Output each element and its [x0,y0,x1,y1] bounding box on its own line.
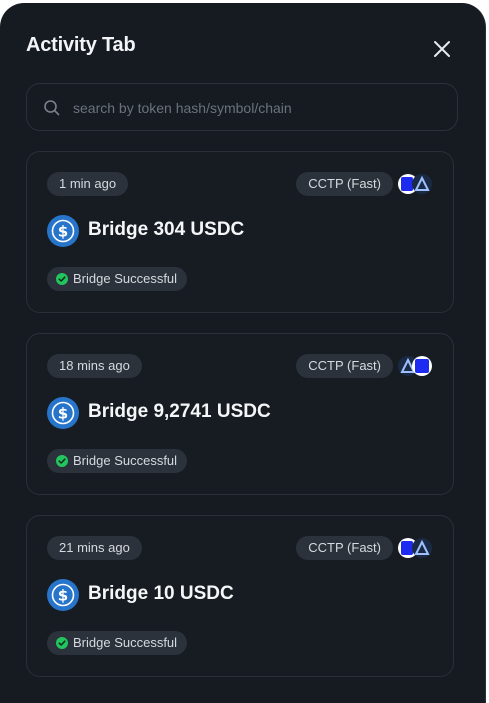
activity-title: Bridge 9,2741 USDC [88,401,271,422]
activity-title: Bridge 304 USDC [88,219,245,240]
svg-text:$: $ [58,587,68,605]
search-input[interactable] [71,84,445,132]
panel-title: Activity Tab [26,34,136,56]
activity-card[interactable]: 18 mins ago CCTP (Fast) $ Bridge 9,2741 … [26,333,454,495]
time-badge: 1 min ago [47,172,129,196]
svg-text:$: $ [58,405,68,423]
protocol-badge: CCTP (Fast) [296,536,393,560]
status-badge: Bridge Successful [47,267,188,291]
activity-title: Bridge 10 USDC [88,583,234,604]
status-label: Bridge Successful [73,453,178,468]
usdc-icon: $ [47,579,79,611]
activity-card[interactable]: 1 min ago CCTP (Fast) $ Bridge 304 USDC … [26,151,454,313]
check-circle-icon [56,455,68,467]
time-badge: 18 mins ago [47,354,142,378]
status-label: Bridge Successful [73,635,178,650]
chain-pair-icon [398,356,432,376]
activity-card[interactable]: 21 mins ago CCTP (Fast) $ Bridge 10 USDC… [26,515,454,677]
close-button[interactable] [430,37,454,61]
chain-pair-icon [398,538,432,558]
usdc-icon: $ [47,397,79,429]
check-circle-icon [56,273,68,285]
status-label: Bridge Successful [73,271,178,286]
usdc-icon: $ [47,215,79,247]
search-icon [44,100,60,116]
protocol-badge: CCTP (Fast) [296,354,393,378]
close-icon [434,41,450,57]
svg-text:$: $ [58,223,68,241]
chain-pair-icon [398,174,432,194]
time-badge: 21 mins ago [47,536,142,560]
activity-panel: Activity Tab 1 min ago CCTP (Fast) $ Bri… [0,3,486,703]
search-box[interactable] [26,83,458,132]
status-badge: Bridge Successful [47,631,188,655]
protocol-badge: CCTP (Fast) [296,172,393,196]
check-circle-icon [56,637,68,649]
status-badge: Bridge Successful [47,449,188,473]
